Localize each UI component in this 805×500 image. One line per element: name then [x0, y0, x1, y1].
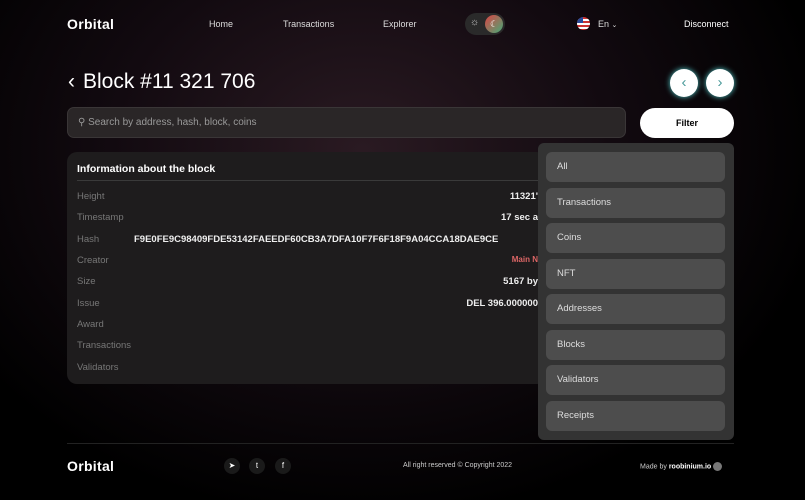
filter-button[interactable]: Filter [640, 108, 734, 138]
label: Transactions [77, 340, 132, 351]
filter-option-blocks[interactable]: Blocks [546, 330, 725, 360]
row-creator: Creator Main N [77, 255, 538, 269]
value[interactable]: Main N [512, 255, 538, 264]
row-issue: Issue DEL 396.000000 [77, 298, 538, 312]
page-title-row: ‹ Block #11 321 706 [68, 70, 255, 94]
label: Hash [77, 234, 100, 245]
copyright: All right reserved © Copyright 2022 [403, 462, 513, 469]
label: Size [77, 276, 96, 287]
filter-option-addresses[interactable]: Addresses [546, 294, 725, 324]
row-timestamp: Timestamp 17 sec a [77, 212, 538, 226]
search-icon: ⚲ [78, 117, 86, 128]
footer-divider [67, 443, 734, 444]
search-input[interactable]: ⚲ Search by address, hash, block, coins [67, 107, 626, 138]
label: Award [77, 319, 104, 330]
prev-block-button[interactable]: ‹ [670, 69, 698, 97]
divider [77, 180, 547, 181]
filter-dropdown: All Transactions Coins NFT Addresses Blo… [538, 143, 734, 440]
value: 11321' [509, 191, 538, 202]
value[interactable]: F9E0FE9C98409FDE53142FAEEDF60CB3A7DFA10F… [134, 234, 498, 245]
search-placeholder: Search by address, hash, block, coins [88, 117, 257, 128]
filter-option-transactions[interactable]: Transactions [546, 188, 725, 218]
value: 17 sec a [501, 212, 538, 223]
label: Height [77, 191, 105, 202]
next-block-button[interactable]: › [706, 69, 734, 97]
facebook-icon[interactable]: f [275, 458, 291, 474]
row-transactions: Transactions [77, 340, 538, 354]
card-title: Information about the block [77, 163, 216, 175]
nav-explorer[interactable]: Explorer [383, 19, 417, 29]
brand-icon [713, 462, 723, 471]
filter-option-all[interactable]: All [546, 152, 725, 182]
us-flag-icon [577, 17, 590, 30]
row-size: Size 5167 by [77, 276, 538, 290]
row-hash: Hash F9E0FE9C98409FDE53142FAEEDF60CB3A7DF… [77, 234, 538, 248]
row-award: Award [77, 319, 538, 333]
filter-option-coins[interactable]: Coins [546, 223, 725, 253]
language-label: En [598, 19, 610, 29]
page-title: Block #11 321 706 [83, 70, 256, 93]
moon-icon: ☾ [485, 15, 503, 33]
sun-icon: ☼ [470, 17, 480, 28]
disconnect-button[interactable]: Disconnect [684, 19, 729, 29]
footer-logo[interactable]: Orbital [67, 458, 114, 474]
made-by: Made by roobinium.io [640, 462, 723, 471]
label: Issue [77, 298, 100, 309]
row-height: Height 11321' [77, 191, 538, 205]
label: Creator [77, 255, 109, 266]
nav-home[interactable]: Home [209, 19, 233, 29]
block-info-card: Information about the block Height 11321'… [67, 152, 547, 384]
brand-link[interactable]: roobinium.io [669, 463, 711, 470]
logo[interactable]: Orbital [67, 16, 114, 32]
label: Validators [77, 362, 119, 373]
value: 5167 by [503, 276, 538, 287]
made-by-label: Made by [640, 463, 667, 471]
row-validators: Validators [77, 362, 538, 376]
filter-option-receipts[interactable]: Receipts [546, 401, 725, 431]
telegram-icon[interactable]: ➤ [224, 458, 240, 474]
nav-transactions[interactable]: Transactions [283, 19, 334, 29]
label: Timestamp [77, 212, 124, 223]
filter-option-validators[interactable]: Validators [546, 365, 725, 395]
value: DEL 396.000000 [466, 298, 538, 309]
filter-option-nft[interactable]: NFT [546, 259, 725, 289]
twitter-icon[interactable]: t [249, 458, 265, 474]
theme-toggle[interactable]: ☼ ☾ [465, 13, 505, 35]
back-button[interactable]: ‹ [68, 70, 75, 93]
chevron-down-icon: ⌄ [611, 22, 618, 29]
language-select[interactable]: En ⌄ [598, 19, 617, 29]
